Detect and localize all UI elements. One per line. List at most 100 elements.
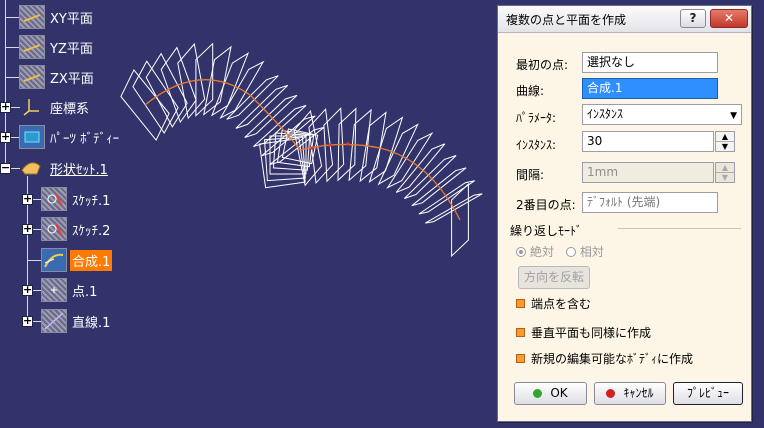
points-and-planes-repetition-dialog: 複数の点と平面を作成 ? ✕ 最初の点: 選択なし 曲線: 合成.1 ﾊﾟﾗﾒｰ…	[497, 5, 752, 422]
dialog-titlebar[interactable]: 複数の点と平面を作成 ? ✕	[498, 6, 751, 33]
absolute-radio-label: 絶対	[530, 245, 555, 259]
cancel-icon	[606, 389, 616, 398]
checkbox-icon	[516, 354, 525, 363]
reverse-direction-button[interactable]: 方向を反転	[518, 266, 590, 289]
plane-instance	[395, 143, 446, 193]
checkbox-icon	[516, 328, 525, 337]
plane-icon	[19, 35, 45, 59]
tree-item-label: 形状ｾｯﾄ.1	[50, 162, 108, 178]
collapse-toggle-geometrical-set[interactable]: −	[0, 162, 11, 174]
include-ends-checkbox[interactable]: 端点を含む	[516, 295, 591, 312]
tree-item-label: 点.1	[72, 284, 98, 300]
plane-instance	[308, 108, 334, 185]
expand-toggle-part-body[interactable]: +	[0, 131, 11, 143]
spin-up-icon[interactable]: ▲	[716, 132, 734, 142]
tree-item-part-body[interactable]: ﾊﾟｰﾂ ﾎﾞﾃﾞｨｰ	[19, 124, 121, 150]
geometrical-set-icon	[19, 156, 45, 180]
plane-instance	[337, 107, 357, 182]
tree-item-geometrical-set[interactable]: 形状ｾｯﾄ.1	[19, 155, 110, 181]
tree-item-label: 合成.1	[70, 249, 113, 271]
chevron-down-icon: ▼	[730, 111, 737, 121]
tree-item-label: 直線.1	[72, 315, 111, 331]
tree-item-label: ZX平面	[50, 71, 94, 87]
spin-down-icon[interactable]: ▼	[716, 173, 734, 182]
relative-radio[interactable]: 相対	[565, 245, 604, 259]
instances-input[interactable]: 30	[582, 131, 714, 152]
plane-instance	[276, 130, 315, 168]
preview-button[interactable]: ﾌﾟﾚﾋﾞｭｰ	[673, 382, 743, 405]
parameter-dropdown[interactable]: ｲﾝｽﾀﾝｽ ▼	[582, 104, 742, 125]
spin-up-icon[interactable]: ▲	[716, 163, 734, 173]
axis-system-icon	[19, 95, 45, 119]
plane-instance	[244, 94, 298, 138]
checkbox-icon	[516, 299, 525, 308]
tree-item-label: ｽｹｯﾁ.1	[72, 193, 111, 209]
plane-instance	[386, 132, 434, 189]
include-ends-label: 端点を含む	[531, 297, 592, 311]
expand-toggle-sketch-2[interactable]: +	[22, 223, 33, 235]
plane-instance	[235, 84, 289, 129]
close-button[interactable]: ✕	[710, 9, 748, 28]
plane-instance	[359, 111, 387, 183]
dialog-title: 複数の点と平面を作成	[506, 13, 627, 27]
instances-label: ｲﾝｽﾀﾝｽ:	[516, 138, 557, 152]
cancel-button[interactable]: ｷｬﾝｾﾙ	[594, 382, 666, 405]
relative-radio-label: 相対	[579, 245, 604, 259]
tree-item-label: XY平面	[50, 11, 93, 27]
group-separator	[618, 228, 741, 229]
expand-toggle-point-1[interactable]: +	[22, 284, 33, 296]
tree-item-combine-1[interactable]: 合成.1	[41, 247, 113, 273]
help-button[interactable]: ?	[680, 9, 706, 28]
first-point-label: 最初の点:	[516, 58, 569, 72]
plane-instance	[269, 126, 325, 166]
plane-instance	[418, 180, 475, 215]
radio-dot-icon	[516, 247, 526, 257]
tree-item-label: ﾊﾟｰﾂ ﾎﾞﾃﾞｨｰ	[50, 131, 120, 147]
tree-item-zx-plane[interactable]: ZX平面	[19, 64, 96, 90]
tree-item-sketch-2[interactable]: ｽｹｯﾁ.2	[41, 216, 112, 242]
tree-item-point-1[interactable]: 点.1	[41, 277, 99, 303]
plane-instance	[368, 116, 404, 184]
plane-icon	[19, 65, 45, 89]
plane-instance	[425, 193, 483, 224]
point-icon	[41, 278, 67, 302]
create-in-new-body-label: 新規の編集可能なﾎﾞﾃﾞｨに作成	[531, 352, 694, 366]
plane-instance	[451, 182, 469, 258]
tree-item-axis-system[interactable]: 座標系	[19, 94, 91, 120]
parameter-dropdown-value: ｲﾝｽﾀﾝｽ	[587, 107, 624, 121]
spacing-input[interactable]: 1mm	[582, 162, 714, 183]
sketch-icon	[41, 187, 67, 211]
plane-instance	[281, 128, 319, 165]
plane-instance	[269, 135, 307, 175]
plane-icon	[19, 5, 45, 29]
sketch-icon	[41, 217, 67, 241]
instances-stepper[interactable]: ▲ ▼	[715, 131, 735, 152]
curve-field[interactable]: 合成.1	[582, 78, 718, 99]
spacing-stepper[interactable]: ▲ ▼	[715, 162, 735, 183]
plane-instance	[377, 123, 419, 186]
cancel-button-label: ｷｬﾝｾﾙ	[623, 386, 654, 400]
tree-item-xy-plane[interactable]: XY平面	[19, 4, 95, 30]
tree-item-sketch-1[interactable]: ｽｹｯﾁ.1	[41, 186, 112, 212]
combine-icon	[41, 248, 67, 272]
second-point-field[interactable]: ﾃﾞﾌｫﾙﾄ (先端)	[582, 192, 718, 213]
expand-toggle-line-1[interactable]: +	[22, 315, 33, 327]
plane-instance	[348, 108, 372, 182]
second-point-label: 2番目の点:	[516, 198, 576, 212]
spin-down-icon[interactable]: ▼	[716, 142, 734, 151]
expand-toggle-axis-system[interactable]: +	[0, 101, 11, 113]
ok-icon	[533, 389, 543, 398]
plane-instance	[258, 137, 306, 189]
plane-instance	[263, 136, 306, 182]
tree-item-line-1[interactable]: 直線.1	[41, 308, 112, 334]
create-normal-planes-checkbox[interactable]: 垂直平面も同様に作成	[516, 324, 651, 341]
plane-instance	[323, 107, 345, 183]
tree-item-yz-plane[interactable]: YZ平面	[19, 34, 95, 60]
expand-toggle-sketch-1[interactable]: +	[22, 193, 33, 205]
plane-instance	[272, 132, 311, 171]
create-in-new-body-checkbox[interactable]: 新規の編集可能なﾎﾞﾃﾞｨに作成	[516, 350, 693, 367]
first-point-field[interactable]: 選択なし	[582, 52, 718, 73]
parameter-label: ﾊﾟﾗﾒｰﾀ:	[516, 111, 557, 125]
absolute-radio[interactable]: 絶対	[516, 245, 554, 259]
ok-button[interactable]: OK	[514, 382, 587, 405]
